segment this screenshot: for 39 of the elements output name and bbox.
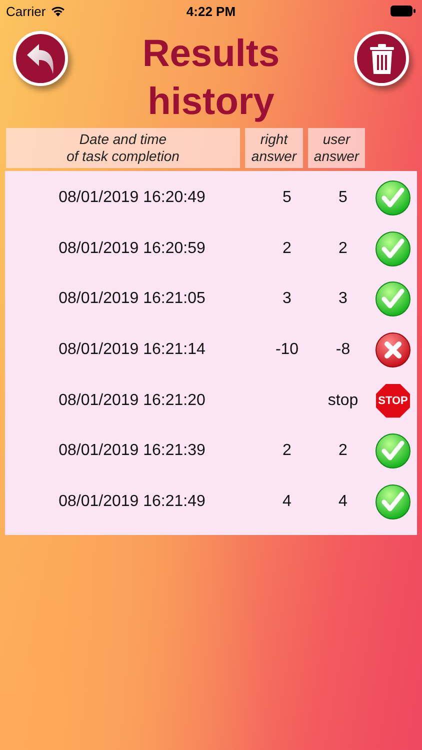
check-icon: [375, 180, 411, 216]
column-header: Date and time of task completion: [6, 128, 240, 168]
back-arrow-icon: [26, 42, 56, 74]
table-cell: 4: [338, 492, 348, 511]
table-cell: 5: [338, 189, 348, 208]
check-icon: [375, 230, 411, 267]
table-cell: 2: [282, 240, 292, 258]
table-cell: 3: [338, 290, 348, 308]
table-cell-text: 08/01/2019 16:21:39: [58, 442, 206, 460]
carrier-label: Carrier: [6, 4, 46, 18]
table-cell-text: 08/01/2019 16:21:05: [58, 290, 206, 308]
battery-icon: [390, 5, 416, 17]
table-cell: 5: [282, 189, 292, 208]
delete-button[interactable]: [354, 31, 409, 86]
wifi-icon: [50, 5, 66, 17]
column-header: user answer: [308, 128, 365, 168]
stop-sign: STOP: [376, 384, 410, 418]
column-header: right answer: [245, 128, 303, 168]
table-cell-text: 08/01/2019 16:21:20: [58, 392, 206, 410]
table-cell: 2: [338, 240, 348, 258]
table-cell: -8: [336, 341, 350, 360]
cross-icon: [375, 332, 411, 368]
table-cell: 3: [282, 290, 292, 308]
table-cell-text: 08/01/2019 16:21:14: [58, 341, 206, 360]
check-icon: [375, 281, 411, 318]
table-cell: 4: [282, 492, 292, 511]
table-cell: stop: [328, 392, 358, 410]
trash-icon: [370, 44, 394, 74]
check-icon: [375, 433, 411, 470]
table-cell-text: 08/01/2019 16:20:49: [58, 189, 206, 208]
table-cell: 2: [282, 442, 292, 460]
check-icon: [375, 484, 411, 520]
back-button[interactable]: [13, 31, 68, 86]
table-cell-text: 08/01/2019 16:21:49: [58, 492, 206, 511]
table-cell: 2: [338, 442, 348, 460]
table-cell: -10: [275, 341, 299, 360]
table-cell-text: 08/01/2019 16:20:59: [58, 240, 206, 258]
status-time: 4:22 PM: [186, 4, 236, 18]
page-title: Results history: [141, 32, 281, 125]
